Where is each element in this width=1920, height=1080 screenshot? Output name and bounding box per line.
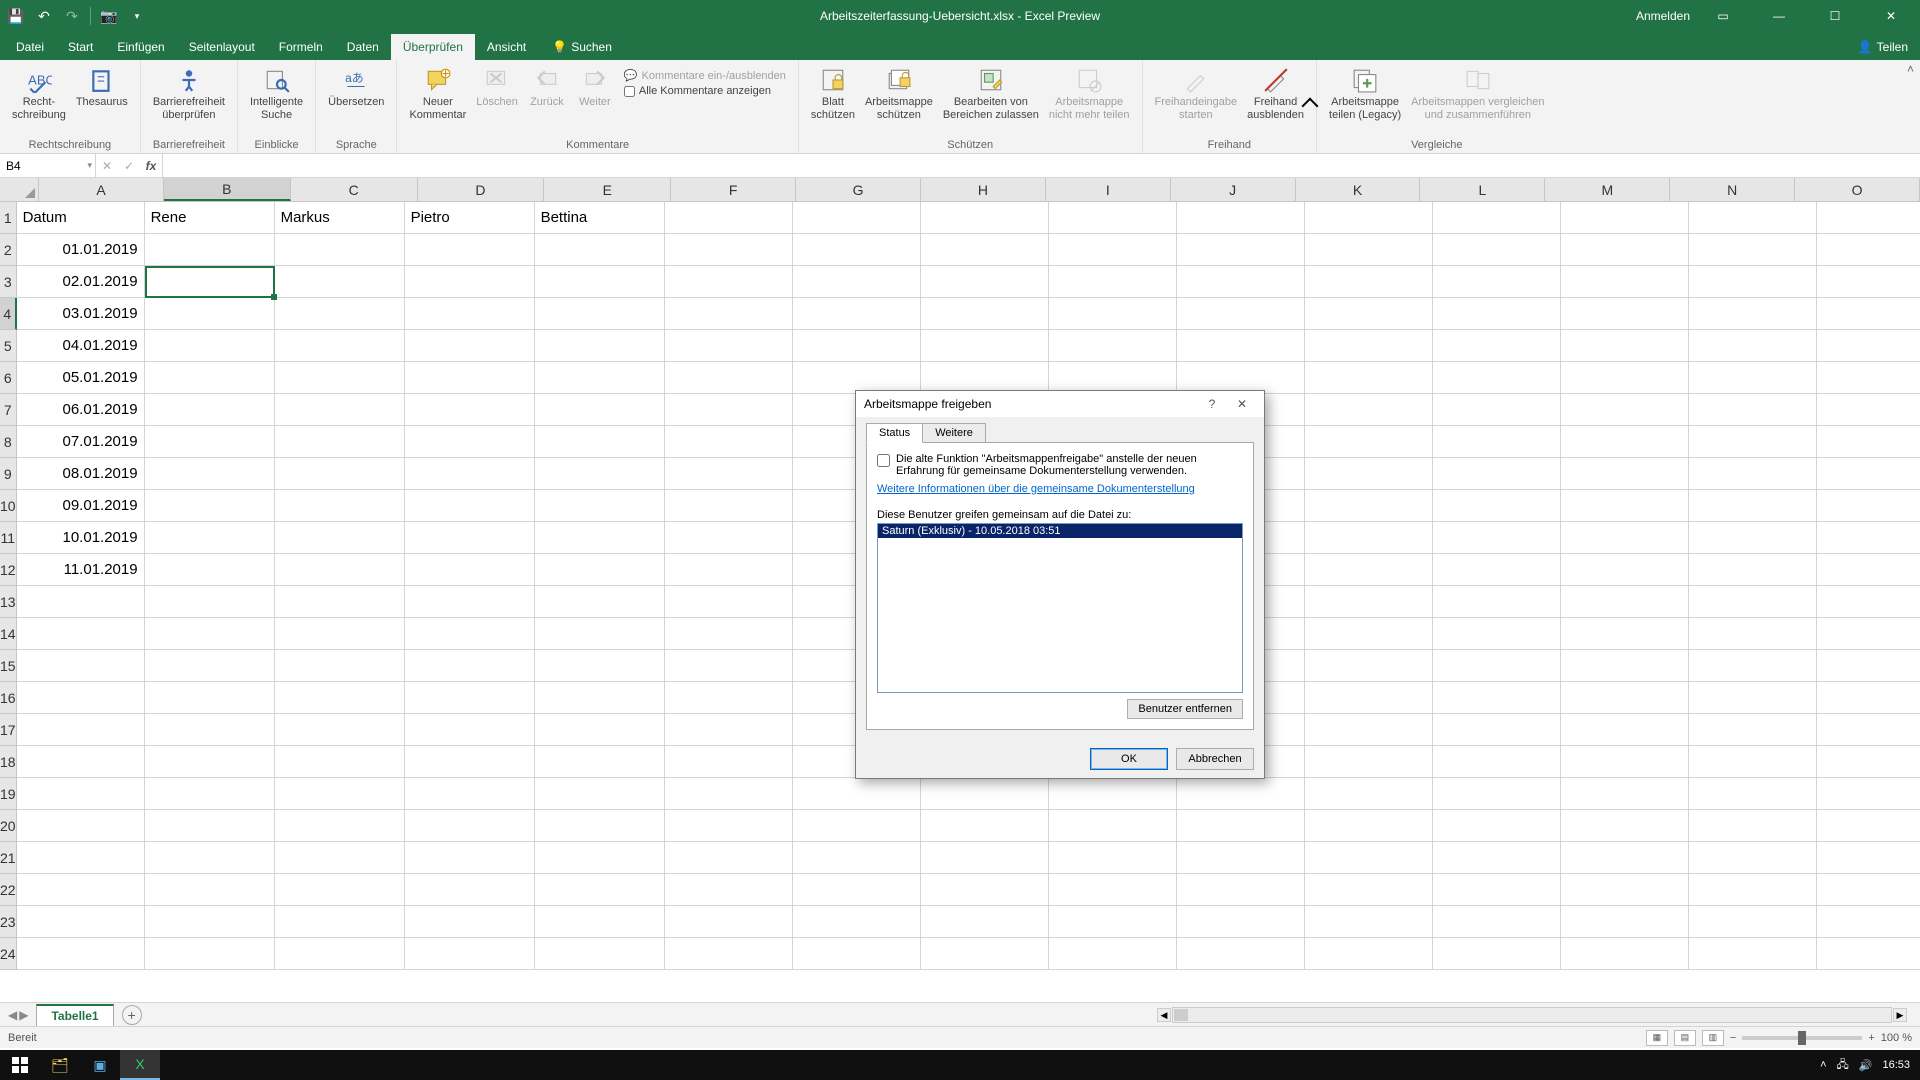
- dialog-title: Arbeitsmappe freigeben: [864, 397, 991, 411]
- dialog-tab-status[interactable]: Status: [866, 423, 923, 443]
- users-listbox[interactable]: Saturn (Exklusiv) - 10.05.2018 03:51: [877, 523, 1243, 693]
- dialog-tab-more[interactable]: Weitere: [922, 423, 986, 443]
- list-item[interactable]: Saturn (Exklusiv) - 10.05.2018 03:51: [878, 524, 1242, 538]
- dialog-close-button[interactable]: ✕: [1228, 393, 1256, 415]
- ok-button[interactable]: OK: [1090, 748, 1168, 770]
- cancel-button[interactable]: Abbrechen: [1176, 748, 1254, 770]
- legacy-sharing-checkbox[interactable]: Die alte Funktion "Arbeitsmappenfreigabe…: [877, 453, 1243, 477]
- share-workbook-dialog: Arbeitsmappe freigeben ? ✕ Status Weiter…: [855, 390, 1265, 779]
- modal-backdrop: Arbeitsmappe freigeben ? ✕ Status Weiter…: [0, 0, 1920, 1080]
- users-list-label: Diese Benutzer greifen gemeinsam auf die…: [877, 509, 1243, 521]
- remove-user-button[interactable]: Benutzer entfernen: [1127, 699, 1243, 719]
- dialog-help-button[interactable]: ?: [1198, 393, 1226, 415]
- coauthoring-info-link[interactable]: Weitere Informationen über die gemeinsam…: [877, 483, 1195, 495]
